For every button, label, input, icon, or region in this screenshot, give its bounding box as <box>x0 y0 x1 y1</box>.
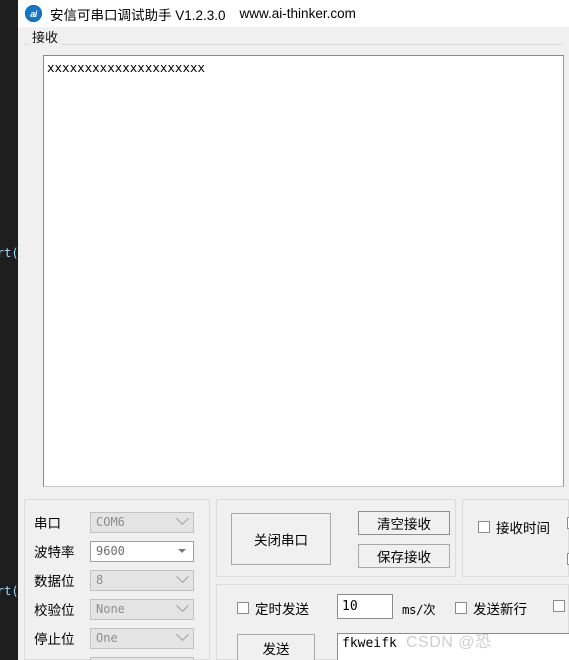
label-stopbits: 停止位 <box>34 632 75 647</box>
clear-receive-button[interactable]: 清空接收 <box>358 511 450 535</box>
select-port[interactable]: COM6 <box>90 511 194 533</box>
receive-group-label: 接收 <box>29 30 62 46</box>
serial-assistant-window: ai 安信可串口调试助手 V1.2.3.0 www.ai-thinker.com… <box>18 0 569 660</box>
checkbox-send-newline-label: 发送新行 <box>473 602 527 617</box>
send-interval-value: 10 <box>342 599 358 614</box>
select-port-value: COM6 <box>96 515 125 529</box>
checkbox-receive-time[interactable]: 接收时间 <box>478 517 550 537</box>
send-text-value: fkweifk <box>342 636 397 651</box>
chevron-down-icon <box>178 549 186 553</box>
send-text-input[interactable]: fkweifk <box>337 633 569 660</box>
select-stopbits[interactable]: One <box>90 627 194 649</box>
receive-textarea[interactable]: xxxxxxxxxxxxxxxxxxxxx <box>43 55 564 487</box>
code-fragment-upper: import( <box>0 246 18 260</box>
select-parity[interactable]: None <box>90 598 194 620</box>
label-parity: 校验位 <box>34 603 75 618</box>
checkbox-receive-time-label: 接收时间 <box>496 521 550 536</box>
config-row-databits: 数据位 8 <box>34 568 202 592</box>
checkbox-box-icon <box>478 521 490 533</box>
receive-text-content: xxxxxxxxxxxxxxxxxxxxx <box>47 60 206 75</box>
receive-group: 接收 xxxxxxxxxxxxxxxxxxxxx <box>24 30 564 492</box>
vendor-url: www.ai-thinker.com <box>239 6 356 21</box>
send-panel: 定时发送 10 ms/次 发送新行 HE 发送 fkweifk <box>216 584 569 660</box>
checkbox-send-newline[interactable]: 发送新行 <box>455 598 527 618</box>
select-parity-value: None <box>96 602 125 616</box>
send-interval-input[interactable]: 10 <box>337 594 393 619</box>
config-row-baudrate: 波特率 9600 <box>34 539 202 563</box>
chevron-down-icon <box>176 570 189 584</box>
config-row-stopbits: 停止位 One <box>34 626 202 650</box>
label-port: 串口 <box>34 516 61 531</box>
checkbox-hex-send[interactable]: HE <box>553 598 569 613</box>
screen-root: import( import( ai 安信可串口调试助手 V1.2.3.0 ww… <box>0 0 569 660</box>
window-title: 安信可串口调试助手 V1.2.3.0 <box>50 7 226 23</box>
group-divider <box>24 44 564 45</box>
select-partial[interactable] <box>90 656 194 660</box>
select-baudrate-value: 9600 <box>96 544 125 558</box>
app-logo-icon: ai <box>25 5 42 22</box>
config-row-parity: 校验位 None <box>34 597 202 621</box>
checkbox-timed-send[interactable]: 定时发送 <box>237 598 309 618</box>
serial-config-panel: 串口 COM6 波特率 9600 数据位 8 校验位 None 停止位 One <box>24 499 210 660</box>
chevron-down-icon <box>176 628 189 642</box>
code-fragment-lower: import( <box>0 584 18 598</box>
send-interval-unit: ms/次 <box>402 602 436 617</box>
chevron-down-icon <box>176 599 189 613</box>
label-baudrate: 波特率 <box>34 545 75 560</box>
receive-options-panel: 接收时间 <box>462 499 569 577</box>
checkbox-box-icon <box>237 602 249 614</box>
background-code-editor: import( import( <box>0 0 18 660</box>
window-titlebar: ai 安信可串口调试助手 V1.2.3.0 www.ai-thinker.com <box>18 0 569 27</box>
receive-actions-panel: 关闭串口 清空接收 保存接收 <box>216 499 456 577</box>
chevron-down-icon <box>176 512 189 526</box>
select-stopbits-value: One <box>96 631 118 645</box>
select-baudrate[interactable]: 9600 <box>90 540 194 562</box>
config-row-partial <box>34 655 202 660</box>
select-databits-value: 8 <box>96 573 104 587</box>
select-databits[interactable]: 8 <box>90 569 194 591</box>
checkbox-box-icon <box>553 599 565 612</box>
save-receive-button[interactable]: 保存接收 <box>358 544 450 568</box>
config-row-port: 串口 COM6 <box>34 510 202 534</box>
close-port-button[interactable]: 关闭串口 <box>231 513 331 565</box>
checkbox-box-icon <box>455 602 467 614</box>
send-button[interactable]: 发送 <box>237 634 315 660</box>
label-databits: 数据位 <box>34 574 75 589</box>
checkbox-timed-send-label: 定时发送 <box>255 602 309 617</box>
